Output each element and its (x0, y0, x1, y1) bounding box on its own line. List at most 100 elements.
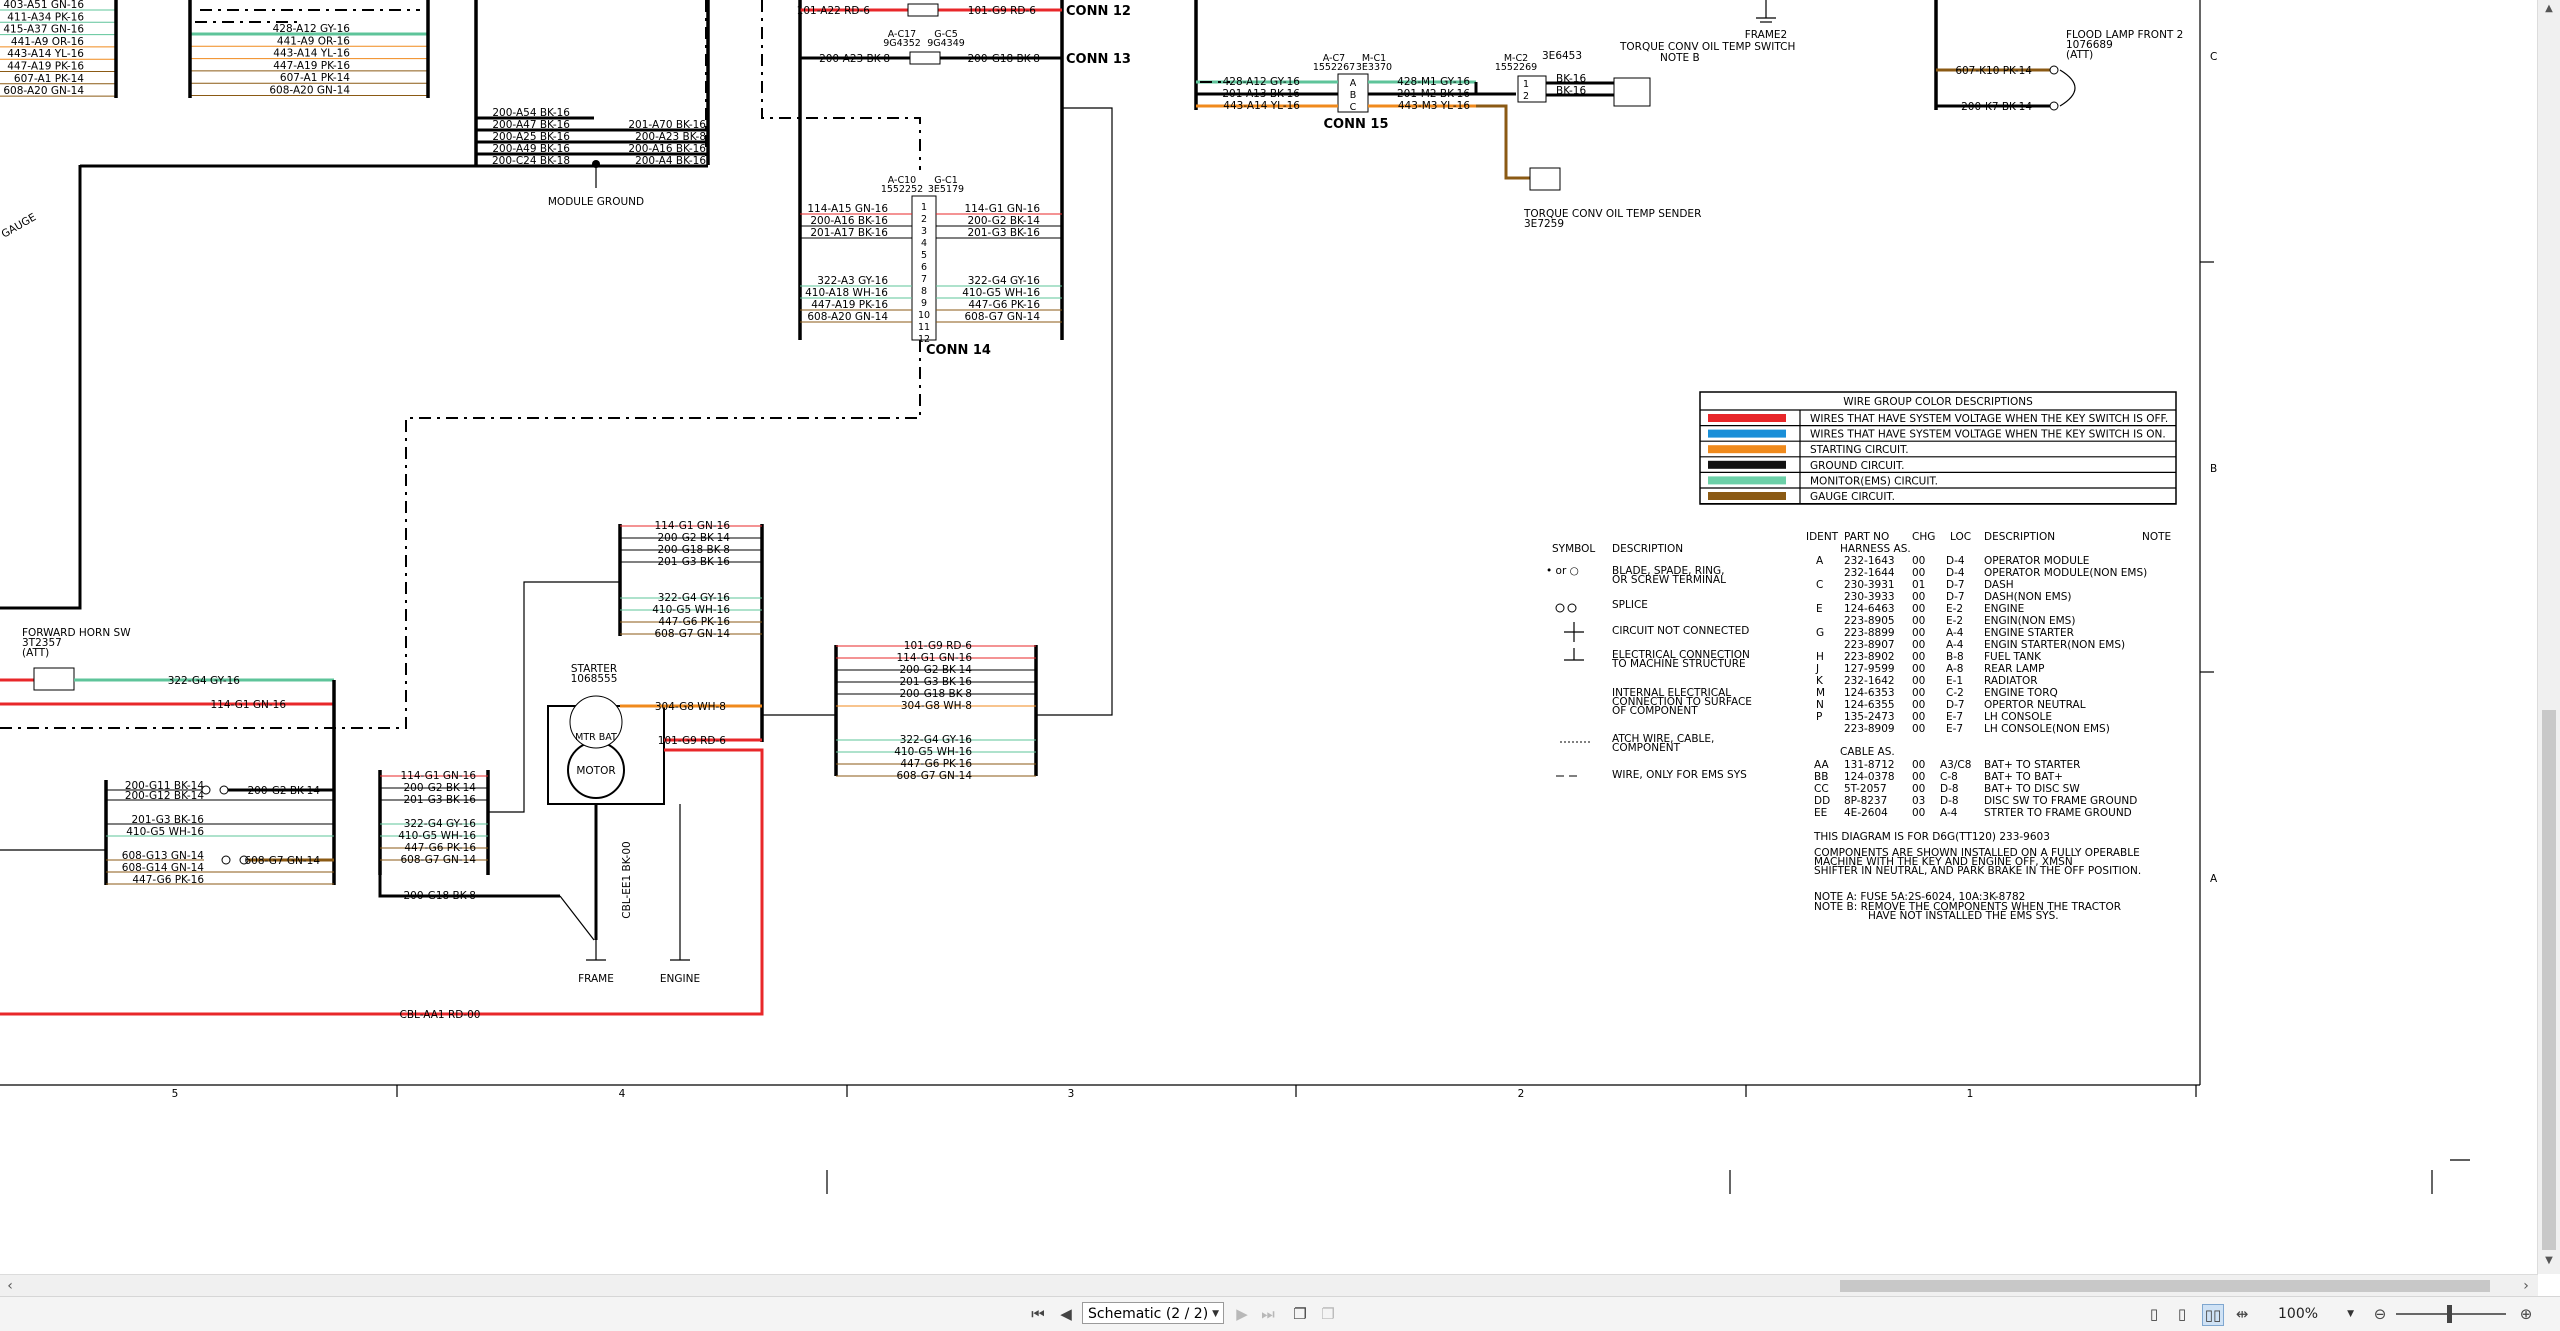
wire-label: 428-M1 GY-16 (1397, 76, 1470, 88)
single-page-view-icon[interactable]: ▯ (2144, 1304, 2164, 1324)
copy-icon[interactable]: ❐ (1318, 1304, 1338, 1324)
wire-label: 200-A25 BK-16 (492, 131, 570, 143)
pin-label: 1 (1523, 79, 1529, 90)
cable-desc: STRTER TO FRAME GROUND (1984, 807, 2132, 819)
zoom-selector[interactable]: 100% ▼ (2278, 1304, 2358, 1324)
starter-part: 1068555 (571, 673, 618, 685)
harness-loc: D-7 (1946, 699, 1965, 711)
pin-label: 10 (918, 310, 930, 321)
fit-width-icon[interactable]: ⇹ (2232, 1304, 2252, 1324)
cable-ident: CC (1814, 783, 1829, 795)
harness-desc: ENGIN(NON EMS) (1984, 615, 2075, 627)
wire-label: 608-A20 GN-14 (269, 85, 350, 97)
connector-body (909, 51, 941, 65)
wire-label: 411-A34 PK-16 (7, 11, 84, 23)
wire-label: 447-A19 PK-16 (7, 61, 84, 73)
part-label: 9G4352 (883, 38, 921, 49)
next-page-icon[interactable]: ▶ (1232, 1304, 1252, 1324)
cable-part: 131-8712 (1844, 759, 1895, 771)
wire-label: 201-M2 BK-16 (1397, 88, 1470, 100)
wire-label: 447-G6 PK-16 (658, 616, 730, 628)
harness-part: 223-8902 (1844, 651, 1895, 663)
wire-label: 200-A16 BK-16 (628, 143, 706, 155)
color-desc: STARTING CIRCUIT. (1810, 444, 1909, 456)
harness-chg: 00 (1912, 627, 1925, 639)
wire-label: 200-A54 BK-16 (492, 107, 570, 119)
scroll-down-icon[interactable]: ▼ (2542, 1254, 2556, 1268)
harness-ident: H (1816, 651, 1824, 663)
harness-header: IDENT (1806, 531, 1839, 543)
vertical-scroll-thumb[interactable] (2542, 710, 2556, 1250)
diagram-note: SHIFTER IN NEUTRAL, AND PARK BRAKE IN TH… (1814, 865, 2141, 877)
harness-chg: 00 (1912, 555, 1925, 567)
wire-label: 608-G7 GN-14 (244, 855, 320, 867)
wire-label: 607-A1 PK-14 (14, 73, 84, 85)
harness-desc: LH CONSOLE(NON EMS) (1984, 723, 2110, 735)
cable-chg: 00 (1912, 759, 1925, 771)
horn-switch-body (33, 667, 75, 691)
row-marker: A (2210, 873, 2218, 885)
harness-desc: ENGINE (1984, 603, 2024, 615)
continuous-view-icon[interactable]: ▯ (2172, 1304, 2192, 1324)
legend-desc: CIRCUIT NOT CONNECTED (1612, 625, 1749, 637)
facing-view-icon[interactable]: ▯▯ (2202, 1304, 2224, 1326)
color-desc: MONITOR(EMS) CIRCUIT. (1810, 475, 1938, 487)
wire-label: 447-A19 PK-16 (273, 60, 350, 72)
color-swatch (1708, 476, 1786, 485)
wire-label: 441-A9 OR-16 (277, 35, 350, 47)
cable-loc: A-4 (1940, 807, 1958, 819)
pages-icon[interactable]: ❐ (1290, 1304, 1310, 1324)
wire-label: 200-G18 BK-8 (657, 544, 730, 556)
wire-label: 608-G7 GN-14 (964, 311, 1040, 323)
scroll-up-icon[interactable]: ▲ (2542, 2, 2556, 16)
wire-label: 101-G9 RD-6 (904, 640, 973, 652)
pin-label: B (1350, 90, 1357, 101)
cable-loc: A3/C8 (1940, 759, 1971, 771)
bottom-toolbar: ⏮ ◀ Schematic (2 / 2) ▼ ▶ ⏭ ❐ ❐ ▯ ▯ ▯▯ ⇹… (0, 1296, 2560, 1331)
horizontal-scrollbar[interactable]: ‹ › (0, 1274, 2538, 1297)
cable-ident: EE (1814, 807, 1827, 819)
zoom-slider-thumb[interactable] (2447, 1305, 2452, 1323)
harness-chg: 01 (1912, 579, 1925, 591)
pin-label: 5 (921, 250, 927, 261)
pin-label: 2 (1523, 91, 1529, 102)
color-desc: GAUGE CIRCUIT. (1810, 491, 1895, 503)
column-marker: 1 (1967, 1088, 1974, 1100)
page-selector[interactable]: Schematic (2 / 2) ▼ (1082, 1302, 1224, 1324)
wire-label: 410-G5 WH-16 (398, 830, 476, 842)
part-label: 3E5179 (928, 184, 964, 195)
zoom-in-icon[interactable]: ⊕ (2516, 1304, 2536, 1324)
harness-ident: M (1816, 687, 1825, 699)
vertical-scrollbar[interactable]: ▲ ▼ (2537, 0, 2560, 1274)
cable-part: 5T-2057 (1844, 783, 1887, 795)
harness-ident: K (1816, 675, 1824, 687)
connector-body (907, 3, 939, 17)
scroll-left-icon[interactable]: ‹ (2, 1278, 18, 1294)
first-page-icon[interactable]: ⏮ (1028, 1304, 1048, 1324)
cable-bottom-label: CBL-AA1 RD-00 (400, 1009, 481, 1021)
harness-desc: ENGINE STARTER (1984, 627, 2074, 639)
color-swatch (1708, 460, 1786, 469)
last-page-icon[interactable]: ⏭ (1258, 1304, 1278, 1324)
wire-label: 447-G6 PK-16 (132, 874, 204, 886)
wire-label: 201-A13 BK-16 (1222, 88, 1300, 100)
row-marker: B (2210, 463, 2217, 475)
wire-label: 447-G6 PK-16 (968, 299, 1040, 311)
oil-switch-note: NOTE B (1660, 52, 1700, 64)
horizontal-scroll-thumb[interactable] (1840, 1280, 2490, 1292)
harness-chg: 00 (1912, 699, 1925, 711)
gauge-label: GAUGE (0, 211, 38, 240)
previous-page-icon[interactable]: ◀ (1056, 1304, 1076, 1324)
wire-label: 114-G1 GN-16 (654, 520, 730, 532)
pin-label: 7 (921, 274, 927, 285)
scroll-right-icon[interactable]: › (2518, 1278, 2534, 1294)
lamp-symbol (2059, 69, 2076, 107)
schematic-viewport[interactable]: 5 4 3 2 1 C B A 403-A51 GN-16 411-A34 PK-16 415-A3… (0, 0, 2538, 1274)
zoom-out-icon[interactable]: ⊖ (2370, 1304, 2390, 1324)
pin-label: 8 (921, 286, 927, 297)
flood-lamp-att: (ATT) (2066, 49, 2093, 61)
wire-label: 200-A49 BK-16 (492, 143, 570, 155)
harness-loc: A-4 (1946, 627, 1964, 639)
harness-header: CHG (1912, 531, 1935, 543)
harness-loc: A-8 (1946, 663, 1963, 675)
